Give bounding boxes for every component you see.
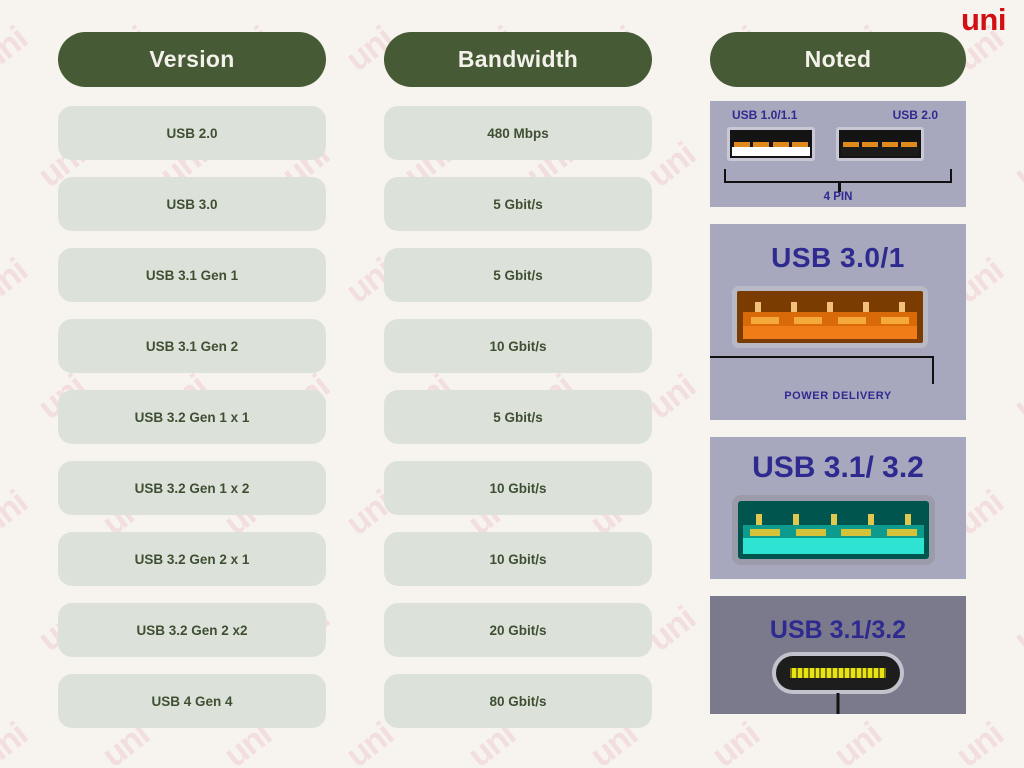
usb-port-image-usb1-usb2: USB 1.0/1.1 USB 2.0 4 PIN [710, 101, 966, 207]
uni-logo: uni [961, 2, 1007, 37]
usb-port-caption-power-delivery: POWER DELIVERY [784, 390, 892, 402]
column-header-bandwidth: Bandwidth [384, 32, 652, 87]
usb-tongue [743, 538, 924, 554]
column-header-version: Version [58, 32, 326, 87]
table-cell-version: USB 3.1 Gen 2 [58, 319, 326, 373]
usb-port-label-usb2: USB 2.0 [892, 108, 938, 122]
usb-pins-icon [751, 317, 909, 324]
table-cell-version: USB 3.0 [58, 177, 326, 231]
table-cell-bandwidth: 5 Gbit/s [384, 390, 652, 444]
table-cell-version: USB 3.2 Gen 2 x 1 [58, 532, 326, 586]
usb-port-title-usb31-32: USB 3.1/ 3.2 [752, 451, 924, 484]
column-noted: Noted USB 1.0/1.1 USB 2.0 4 PIN USB 3.0/… [710, 32, 966, 768]
usb-pins-icon [750, 529, 917, 536]
usb-c-port-icon [772, 652, 904, 694]
usb-a-port-black-icon [836, 127, 924, 161]
table-cell-version: USB 2.0 [58, 106, 326, 160]
usb-port-image-usb31-32: USB 3.1/ 3.2 [710, 437, 966, 579]
version-cell-list: USB 2.0 USB 3.0 USB 3.1 Gen 1 USB 3.1 Gen 2… [58, 106, 326, 745]
usb-port-image-usb30: USB 3.0/1 POWER DELIVERY [710, 224, 966, 420]
table-cell-bandwidth: 20 Gbit/s [384, 603, 652, 657]
bandwidth-cell-list: 480 Mbps 5 Gbit/s 5 Gbit/s 10 Gbit/s 5 Gbit/… [384, 106, 652, 745]
usb-comparison-table: Version USB 2.0 USB 3.0 USB 3.1 Gen 1 USB 3… [0, 0, 1024, 768]
table-cell-version: USB 3.2 Gen 2 x2 [58, 603, 326, 657]
usb-c-port-image-usb31-32: USB 3.1/3.2 [710, 596, 966, 714]
usb-tongue [732, 147, 810, 156]
table-cell-bandwidth: 10 Gbit/s [384, 532, 652, 586]
usb-tongue [841, 147, 919, 156]
usb-c-pins-icon [790, 668, 886, 678]
pin-bracket-icon [724, 169, 952, 183]
usb-a-port-white-icon [727, 127, 815, 161]
table-cell-bandwidth: 5 Gbit/s [384, 177, 652, 231]
usb-port-title-usb30: USB 3.0/1 [771, 242, 905, 273]
usb-c-port-title: USB 3.1/3.2 [769, 616, 907, 644]
usb-port-label-usb1: USB 1.0/1.1 [732, 108, 798, 122]
table-cell-bandwidth: 5 Gbit/s [384, 248, 652, 302]
table-cell-version: USB 3.2 Gen 1 x 1 [58, 390, 326, 444]
column-bandwidth: Bandwidth 480 Mbps 5 Gbit/s 5 Gbit/s 10 Gbi… [384, 32, 652, 768]
usb-a-port-orange-icon [732, 286, 928, 348]
usb-a-port-teal-icon [732, 495, 935, 565]
usb-tongue [743, 326, 917, 339]
table-cell-bandwidth: 480 Mbps [384, 106, 652, 160]
table-cell-version: USB 3.2 Gen 1 x 2 [58, 461, 326, 515]
table-cell-bandwidth: 10 Gbit/s [384, 461, 652, 515]
table-cell-version: USB 4 Gen 4 [58, 674, 326, 728]
usb-c-stem-icon [836, 693, 840, 714]
usb-port-caption-4pin: 4 PIN [823, 191, 853, 203]
column-version: Version USB 2.0 USB 3.0 USB 3.1 Gen 1 USB 3… [58, 32, 326, 768]
table-cell-bandwidth: 80 Gbit/s [384, 674, 652, 728]
column-header-noted: Noted [710, 32, 966, 87]
table-cell-version: USB 3.1 Gen 1 [58, 248, 326, 302]
table-cell-bandwidth: 10 Gbit/s [384, 319, 652, 373]
power-delivery-bracket-icon [710, 356, 934, 384]
